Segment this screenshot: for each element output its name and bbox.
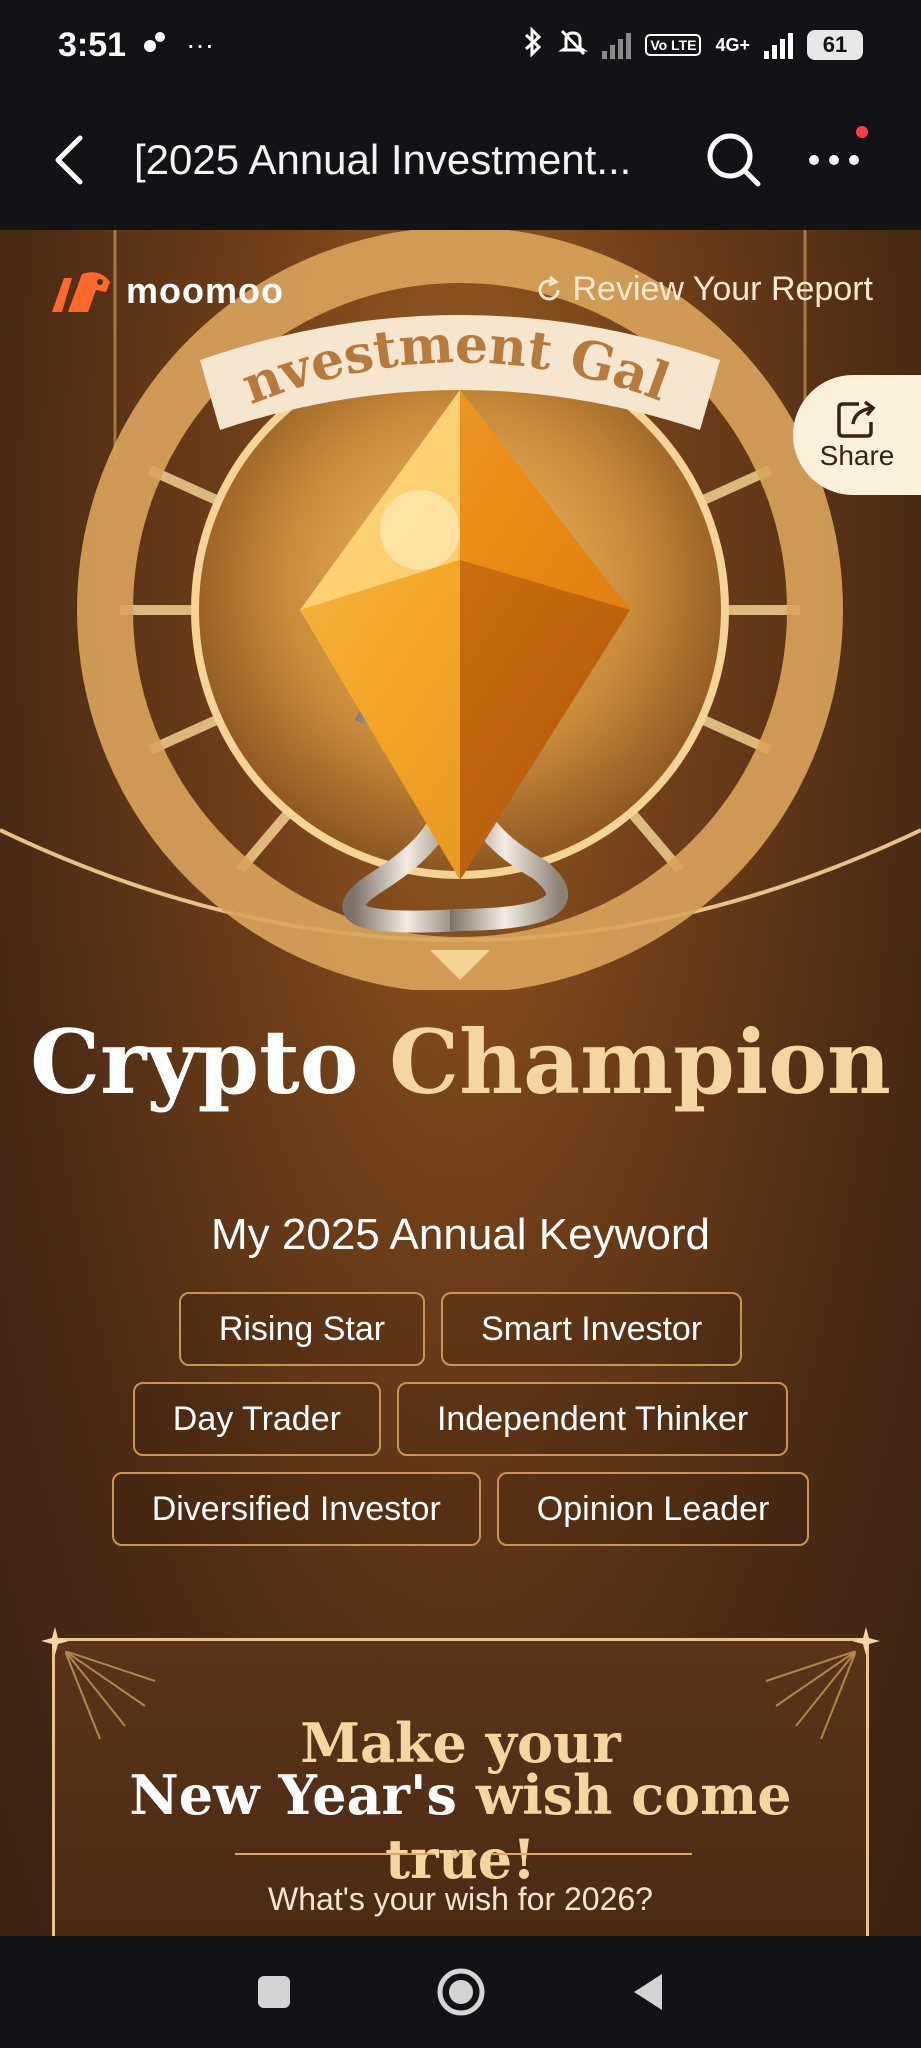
hero-title: Crypto Champion: [0, 1010, 921, 1114]
moomoo-logo-icon: [52, 272, 110, 312]
system-nav-bar: [0, 1936, 921, 2048]
network-label: 4G+: [715, 34, 750, 55]
wish-title-line2: New Year's wish come true!: [55, 1763, 866, 1891]
search-icon: [707, 133, 761, 187]
back-button[interactable]: [18, 110, 118, 210]
status-bar: 3:51 ··· Vo LTE 4G+ 61: [0, 0, 921, 90]
more-button[interactable]: [794, 120, 874, 200]
wish-title-line2-white: New Year's: [129, 1763, 457, 1827]
keyword-chip: Independent Thinker: [396, 1382, 789, 1456]
home-button[interactable]: [421, 1952, 501, 2032]
brand-name: moomoo: [126, 270, 284, 311]
brand-logo: moomoo: [48, 268, 284, 314]
keyword-chips: Rising Star Smart Investor Day Trader In…: [0, 1292, 921, 1562]
recents-button[interactable]: [234, 1952, 314, 2032]
square-icon: [257, 1976, 290, 2008]
signal-icon-1: [602, 31, 632, 59]
battery-indicator: 61: [807, 30, 863, 60]
search-button[interactable]: [694, 120, 774, 200]
more-icon: [809, 155, 859, 165]
hero-title-part2: Champion: [389, 1010, 891, 1114]
report-content[interactable]: Investment Gala moomoo Review Your Repor…: [0, 230, 921, 1936]
review-report-label: Review Your Report: [572, 270, 873, 308]
back-nav-button[interactable]: [608, 1952, 688, 2032]
share-button[interactable]: Share: [793, 375, 921, 495]
page-title: [2025 Annual Investment...: [134, 136, 632, 183]
wish-question: What's your wish for 2026?: [268, 1881, 653, 1917]
mute-bell-icon: [558, 27, 589, 64]
share-icon: [837, 400, 876, 438]
status-more: ···: [186, 29, 215, 60]
home-circle-icon: [437, 1968, 484, 2016]
medal-artwork: Investment Gala: [0, 230, 921, 990]
link-icon: [142, 29, 168, 62]
refresh-icon: [539, 275, 560, 300]
review-report-link[interactable]: Review Your Report: [534, 270, 873, 309]
share-label: Share: [819, 440, 895, 471]
keyword-chip: Rising Star: [178, 1292, 426, 1366]
sparkle-icon: [852, 1627, 880, 1655]
bluetooth-icon: [522, 25, 544, 64]
wish-card[interactable]: Make your New Year's wish come true! Wha…: [41, 1627, 880, 1936]
back-arrow-icon: [55, 135, 83, 185]
keyword-chip: Smart Investor: [441, 1292, 743, 1366]
keywords-title: My 2025 Annual Keyword: [211, 1210, 710, 1259]
status-time: 3:51: [58, 25, 127, 64]
keyword-chip: Opinion Leader: [496, 1472, 810, 1546]
volte-badge: Vo LTE: [645, 34, 702, 56]
ornament-divider: [235, 1849, 692, 1859]
keyword-chip: Day Trader: [132, 1382, 381, 1456]
signal-icon-2: [764, 31, 793, 59]
nav-bar: [2025 Annual Investment...: [0, 90, 921, 230]
hero-title-part1: Crypto: [30, 1010, 359, 1114]
triangle-back-icon: [633, 1974, 662, 2010]
notification-dot: [856, 126, 868, 138]
keyword-chip: Diversified Investor: [111, 1472, 481, 1546]
